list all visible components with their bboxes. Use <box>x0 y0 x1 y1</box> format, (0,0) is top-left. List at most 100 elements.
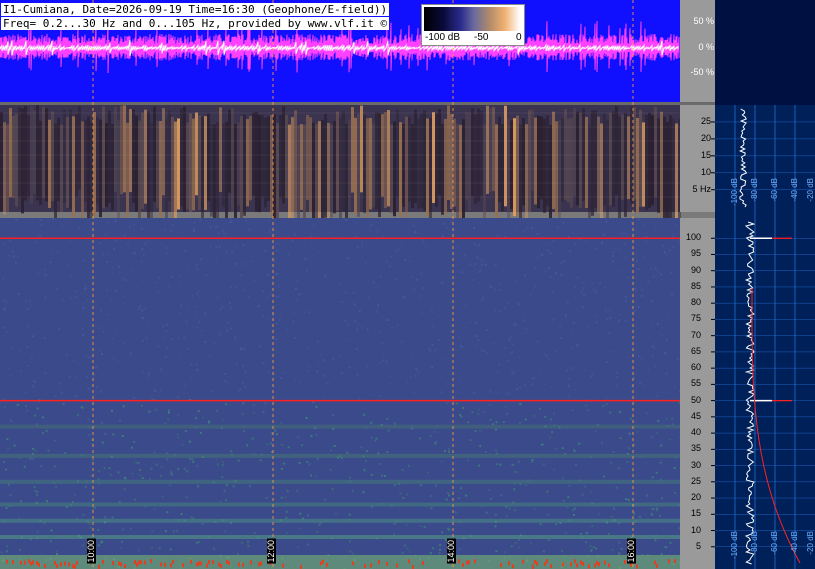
high-spectrogram-red-speck <box>196 562 198 567</box>
high-spectrogram-noise <box>656 323 659 325</box>
high-spectrogram-noise <box>521 314 524 317</box>
high-spectrogram-noise <box>473 278 476 281</box>
high-spectrogram-noise <box>216 409 219 412</box>
high-spectrogram-noise <box>375 437 378 440</box>
high-spectrogram-noise <box>571 367 574 369</box>
high-spectrogram-noise <box>594 430 597 433</box>
high-spectrogram-noise <box>139 305 142 308</box>
high-spectrogram-noise <box>355 221 358 224</box>
high-spectrogram-noise <box>122 295 125 298</box>
high-spectrogram-noise <box>41 416 44 419</box>
high-spectrogram-noise <box>277 285 280 288</box>
high-tick-label-18: 10 <box>690 524 701 535</box>
high-spectrogram-band-4 <box>0 453 680 458</box>
high-spectrogram-noise <box>242 364 245 367</box>
time-label-0: 10:00 <box>86 539 96 564</box>
high-spectrogram-noise <box>450 330 453 333</box>
high-spectrogram-noise <box>276 433 278 436</box>
high-spectrogram-noise <box>583 293 586 296</box>
high-spectrogram-noise <box>3 299 5 302</box>
high-spectrogram-noise <box>308 365 311 368</box>
high-spectrogram-noise <box>476 256 479 259</box>
low-spectrogram-column <box>435 113 438 208</box>
high-spectrogram-noise <box>354 320 357 323</box>
high-spectrogram-red-speck <box>228 560 230 565</box>
high-spectrogram-noise <box>334 512 337 515</box>
high-spectrogram-noise <box>385 360 388 363</box>
high-spectrogram-noise <box>430 507 433 510</box>
high-spectrogram-noise <box>576 344 579 347</box>
high-spectrogram-noise <box>270 432 273 435</box>
high-spectrogram-noise <box>155 389 158 392</box>
high-spectrogram-noise <box>421 312 424 315</box>
high-spectrogram-red-speck <box>408 559 410 564</box>
low-spectrogram-column <box>72 116 75 224</box>
low-spectrogram-column <box>210 124 213 217</box>
high-spectrogram-noise <box>215 259 218 262</box>
high-spectrogram-noise <box>97 544 100 547</box>
high-spectrogram-noise <box>393 533 395 536</box>
high-spectrogram-noise <box>344 306 347 309</box>
high-spectrogram-noise <box>370 474 373 476</box>
low-spectrogram-column <box>297 124 300 224</box>
high-spectrogram-noise <box>264 250 267 253</box>
high-spectrogram-noise <box>612 251 615 254</box>
high-spectrogram-noise <box>607 532 610 535</box>
high-spectrogram-noise <box>238 389 241 392</box>
low-spectrogram-column <box>36 105 39 201</box>
high-spectrogram-noise <box>221 476 224 479</box>
low-spectrogram-column <box>384 112 387 209</box>
high-spectrogram-noise <box>129 527 132 530</box>
high-spectrogram-noise <box>347 257 350 259</box>
high-spectrogram-noise <box>82 302 85 305</box>
high-spectrogram-noise <box>628 447 630 450</box>
high-spectrogram-noise <box>595 547 597 550</box>
low-spectrogram-column <box>639 109 642 207</box>
high-spectrogram-noise <box>44 296 47 299</box>
high-spectrogram-noise <box>221 464 224 466</box>
low-spectrogram-column <box>642 122 645 207</box>
high-spectrogram-noise <box>123 301 126 304</box>
high-spectrogram-noise <box>401 468 404 471</box>
high-spectrogram-noise <box>234 336 237 338</box>
high-spectrogram-noise <box>382 235 385 238</box>
high-spectrogram-noise <box>353 292 356 294</box>
high-spectrogram-noise <box>446 226 449 229</box>
high-spectrogram-noise <box>478 271 481 273</box>
high-spectrogram-noise <box>20 500 22 503</box>
high-spectrogram-noise <box>9 239 12 242</box>
high-spectrogram-noise <box>652 323 655 326</box>
high-spectrogram-noise <box>7 254 10 257</box>
high-spectrogram-noise <box>457 390 460 393</box>
low-spectrogram-column <box>315 123 318 224</box>
high-spectrogram-noise <box>513 323 516 326</box>
low-spectrogram-column <box>597 116 600 214</box>
low-spectrogram-column <box>513 118 516 217</box>
high-spectrogram-noise <box>568 395 571 398</box>
high-spectrogram-noise <box>460 415 463 418</box>
high-spectrogram-noise <box>104 432 107 435</box>
high-spectrogram-noise <box>239 274 242 277</box>
high-spectrogram-red-speck <box>112 560 114 565</box>
high-spectrogram-noise <box>499 310 502 313</box>
high-spectrogram-noise <box>195 305 198 308</box>
high-spectrogram-noise <box>304 257 307 260</box>
high-spectrogram-noise <box>410 376 413 379</box>
high-spectrogram-noise <box>524 418 527 421</box>
high-spectrogram-noise <box>101 352 103 355</box>
high-spectrogram-noise <box>552 240 555 243</box>
high-spectrogram-noise <box>546 249 549 252</box>
high-spectrogram-noise <box>18 548 21 551</box>
high-spectrogram-noise <box>176 433 179 436</box>
high-spectrogram-noise <box>478 244 481 247</box>
high-spectrogram-noise <box>515 280 518 283</box>
high-spectrogram-noise <box>443 357 446 360</box>
high-spectrogram-noise <box>166 323 168 326</box>
high-spectrogram-noise <box>485 328 488 331</box>
high-spectrogram-noise <box>483 411 486 414</box>
high-spectrogram-noise <box>441 391 443 394</box>
high-spectrogram-noise <box>258 305 260 308</box>
high-spectrogram-noise <box>25 299 28 302</box>
high-spectrogram-noise <box>267 371 270 374</box>
high-spectrogram-noise <box>153 451 156 454</box>
